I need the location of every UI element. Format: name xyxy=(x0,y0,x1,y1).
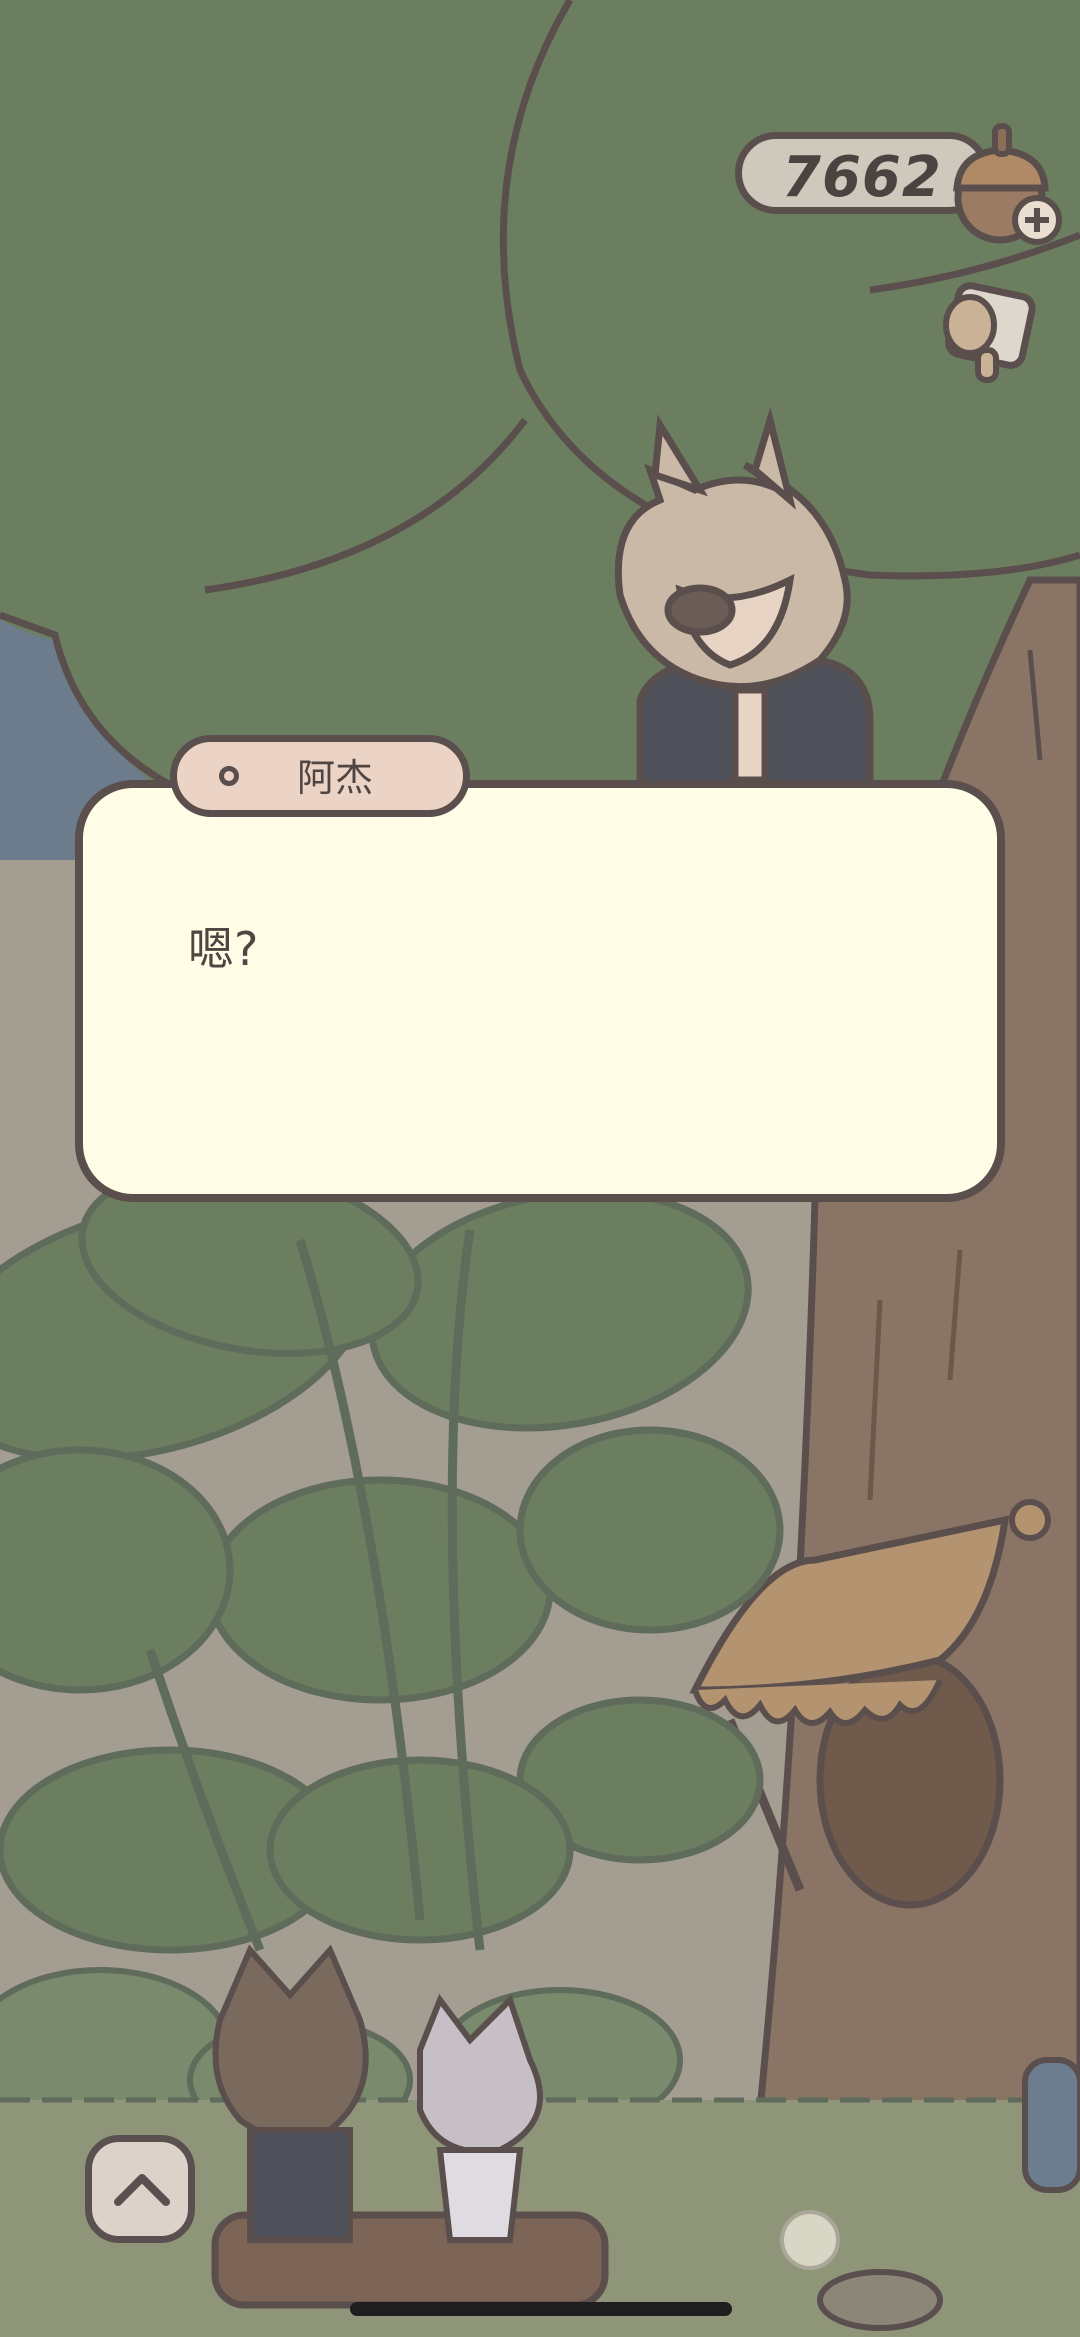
cup-icon[interactable] xyxy=(928,270,1048,390)
speaker-name: 阿杰 xyxy=(297,756,374,800)
acorn-icon[interactable] xyxy=(945,118,1065,248)
coin-count: 7662 xyxy=(782,145,942,210)
dialog-box[interactable]: 嗯? xyxy=(75,780,1005,1202)
home-indicator[interactable] xyxy=(350,2302,732,2316)
speaker-name-tab: 阿杰 xyxy=(170,735,470,817)
chevron-up-icon xyxy=(114,2174,170,2206)
name-dot-icon xyxy=(219,766,239,786)
game-scene[interactable]: 7662 嗯? 阿杰 xyxy=(0,0,1080,2337)
dialog-text: 嗯? xyxy=(188,922,259,976)
expand-button[interactable] xyxy=(85,2135,195,2243)
